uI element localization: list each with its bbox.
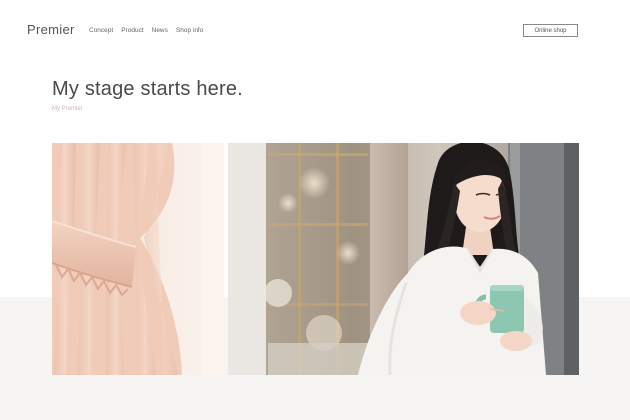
- nav-item-news[interactable]: News: [152, 27, 168, 34]
- nav-item-concept[interactable]: Concept: [89, 27, 113, 34]
- nav-item-shop-info[interactable]: Shop info: [176, 27, 203, 34]
- hero-headline: My stage starts here.: [52, 78, 243, 100]
- curtain-photo: [52, 143, 224, 375]
- nav-item-product[interactable]: Product: [121, 27, 143, 34]
- online-shop-button[interactable]: Online shop: [523, 24, 578, 37]
- woman-photo: [228, 143, 579, 375]
- curtain-illustration: [52, 143, 224, 375]
- site-logo[interactable]: Premier: [27, 22, 75, 37]
- page: Premier Concept Product News Shop info O…: [0, 0, 630, 420]
- woman-illustration: [228, 143, 579, 375]
- main-nav: Concept Product News Shop info: [89, 27, 203, 34]
- hero-subheadline: My Premier: [52, 106, 83, 112]
